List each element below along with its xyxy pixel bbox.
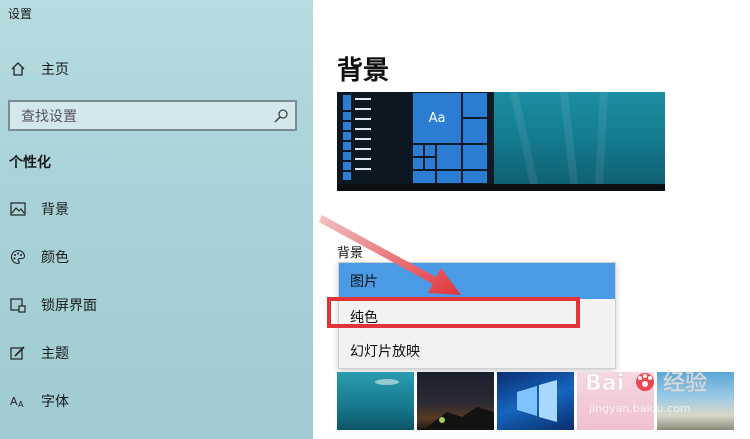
desktop-preview: Aa: [337, 92, 665, 191]
font-icon: AA: [9, 392, 27, 410]
search-box[interactable]: 查找设置: [8, 100, 297, 131]
nav-home[interactable]: 主页: [0, 54, 313, 84]
preview-tile-text: Aa: [412, 92, 462, 144]
wallpaper-thumbnail[interactable]: [417, 372, 494, 430]
theme-icon: [9, 344, 27, 362]
nav-home-label: 主页: [41, 62, 69, 78]
svg-text:Bai: Bai: [585, 371, 624, 396]
svg-text:经验: 经验: [663, 370, 707, 396]
sidebar-item-label: 主题: [41, 346, 69, 362]
annotation-arrow: [319, 215, 461, 295]
sidebar-item-label: 字体: [41, 394, 69, 410]
svg-text:A: A: [18, 400, 24, 409]
svg-text:A: A: [10, 395, 18, 408]
option-slideshow[interactable]: 幻灯片放映: [339, 333, 615, 368]
wallpaper-thumbnail[interactable]: [337, 372, 414, 430]
preview-start-menu: [337, 92, 412, 184]
svg-text:jingyan.baidu.com: jingyan.baidu.com: [588, 402, 691, 415]
sidebar-item-fonts[interactable]: AA 字体: [0, 386, 313, 416]
preview-wallpaper: [494, 92, 665, 185]
preview-tiles: Aa: [412, 92, 492, 184]
search-icon[interactable]: [273, 108, 289, 124]
section-title: 个性化: [9, 155, 51, 171]
search-input[interactable]: 查找设置: [21, 106, 273, 126]
page-title: 背景: [337, 56, 390, 86]
window-title: 设置: [8, 7, 33, 21]
watermark-logo: Bai 经验 jingyan.baidu.com: [581, 356, 741, 426]
wallpaper-thumbnail[interactable]: [497, 372, 574, 430]
home-icon: [9, 60, 27, 78]
preview-taskbar: [337, 184, 665, 191]
sidebar-item-themes[interactable]: 主题: [0, 338, 313, 368]
